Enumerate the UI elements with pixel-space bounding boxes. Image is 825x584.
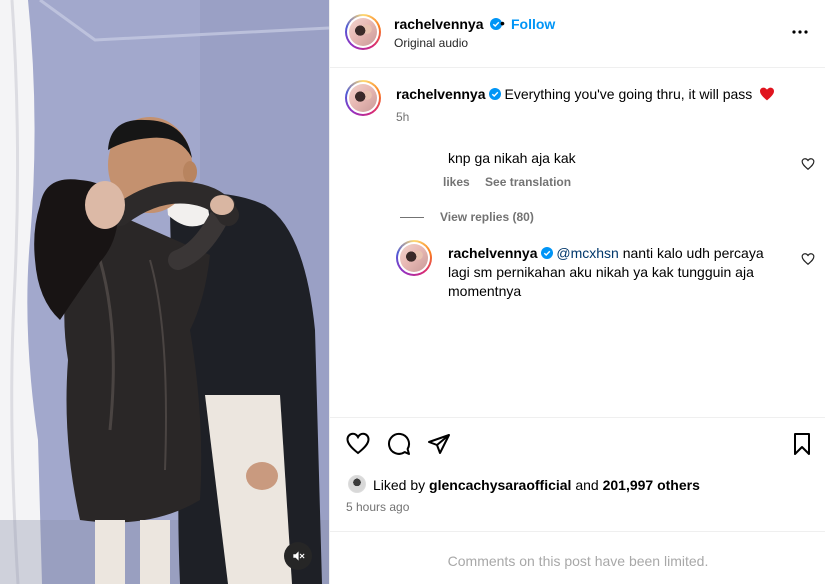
- liker-username-link[interactable]: glencachysaraofficial: [429, 477, 571, 493]
- liker-avatar[interactable]: [348, 475, 366, 493]
- author-avatar[interactable]: [345, 14, 381, 50]
- see-translation-link[interactable]: See translation: [485, 175, 571, 189]
- audio-muted-button[interactable]: [284, 542, 312, 570]
- reply-username-link[interactable]: rachelvennya: [448, 245, 538, 261]
- like-reply-heart-icon[interactable]: [801, 252, 815, 266]
- caption-username-link[interactable]: rachelvennya: [396, 86, 486, 102]
- post-media[interactable]: [0, 0, 329, 584]
- author-username-link[interactable]: rachelvennya: [394, 16, 503, 32]
- reply-avatar[interactable]: [396, 240, 432, 276]
- verified-badge-icon: [540, 247, 553, 259]
- caption-timestamp: 5h: [396, 110, 410, 124]
- original-audio-link[interactable]: Original audio: [394, 36, 468, 50]
- view-replies-label: View replies (80): [440, 210, 534, 224]
- like-heart-icon[interactable]: [346, 432, 370, 456]
- caption: rachelvennya Everything you've going thr…: [396, 86, 775, 102]
- share-paper-plane-icon[interactable]: [427, 432, 451, 456]
- post-header: rachelvennya • Follow Original audio: [330, 0, 825, 68]
- comment-meta: likes See translation: [443, 175, 583, 189]
- post-details-panel: rachelvennya • Follow Original audio rac…: [329, 0, 825, 584]
- speaker-muted-icon: [293, 551, 305, 561]
- comment-text: knp ga nikah aja kak: [448, 150, 576, 166]
- follow-button[interactable]: Follow: [511, 16, 555, 32]
- verified-badge-icon: [488, 88, 501, 100]
- post-timestamp: 5 hours ago: [346, 500, 410, 514]
- comments-limited-notice: Comments on this post have been limited.: [447, 553, 709, 569]
- likes-conjunction: and: [575, 477, 599, 493]
- likes-count-link[interactable]: 201,997 others: [603, 477, 700, 493]
- like-comment-heart-icon[interactable]: [801, 157, 815, 171]
- comment-likes-link[interactable]: likes: [443, 175, 470, 189]
- comment-bubble-icon[interactable]: [387, 432, 411, 456]
- caption-text: Everything you've going thru, it will pa…: [504, 86, 753, 102]
- caption-avatar[interactable]: [345, 80, 381, 116]
- header-separator: •: [500, 15, 505, 31]
- view-replies-button[interactable]: View replies (80): [400, 210, 534, 224]
- likes-summary: Liked by glencachysaraofficial and 201,9…: [373, 477, 700, 493]
- red-heart-emoji-icon: [760, 87, 775, 101]
- replies-divider-line: [400, 217, 424, 219]
- comments-divider: [330, 531, 825, 532]
- reply-comment: rachelvennya @mcxhsn nanti kalo udh perc…: [448, 244, 788, 301]
- save-bookmark-icon[interactable]: [790, 432, 814, 456]
- mention-link[interactable]: @mcxhsn: [556, 245, 618, 261]
- actions-divider: [330, 417, 825, 418]
- post-video-frame: [0, 0, 329, 584]
- likes-prefix: Liked by: [373, 477, 426, 493]
- more-options-icon[interactable]: [790, 22, 810, 42]
